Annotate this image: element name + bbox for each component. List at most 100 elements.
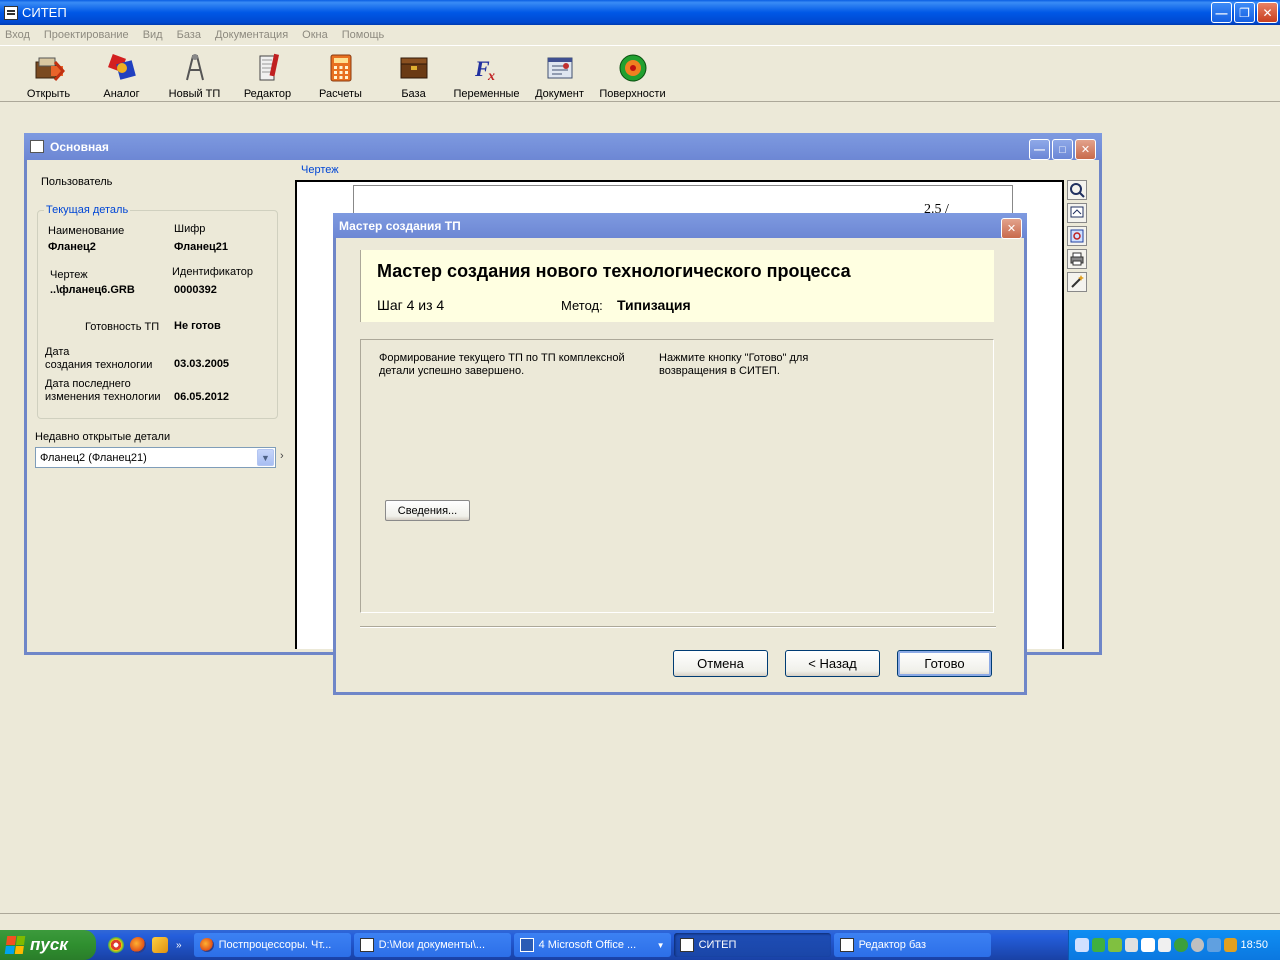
- recent-parts-value: Фланец2 (Фланец21): [40, 451, 147, 464]
- main-window-minimize-button[interactable]: —: [1029, 139, 1050, 160]
- recent-parts-label: Недавно открытые детали: [35, 431, 171, 443]
- toolbar-label: База: [401, 88, 426, 100]
- firefox-icon[interactable]: [130, 937, 146, 953]
- start-label: пуск: [30, 935, 68, 954]
- menu-item-base[interactable]: База: [177, 29, 201, 41]
- app-quicklaunch-icon[interactable]: [152, 937, 168, 953]
- cancel-button[interactable]: Отмена: [673, 650, 768, 677]
- magic-wand-button[interactable]: [1067, 272, 1087, 292]
- details-button[interactable]: Сведения...: [385, 500, 470, 521]
- wizard-close-button[interactable]: ✕: [1001, 218, 1022, 239]
- toolbar-new-tp-button[interactable]: Новый ТП: [158, 46, 231, 102]
- close-button[interactable]: ✕: [1257, 2, 1278, 23]
- menu-item-windows[interactable]: Окна: [302, 29, 328, 41]
- app-title: СИТЕП: [22, 5, 67, 20]
- tray-app-icon[interactable]: [1207, 938, 1221, 952]
- main-window-titlebar[interactable]: Основная: [24, 133, 1102, 160]
- toolbar-document-button[interactable]: Документ: [523, 46, 596, 102]
- toolbar-editor-button[interactable]: Редактор: [231, 46, 304, 102]
- minimize-button[interactable]: —: [1211, 2, 1232, 23]
- tray-app-icon[interactable]: [1157, 938, 1172, 952]
- wizard-header: Мастер создания нового технологического …: [360, 250, 994, 322]
- menu-item-help[interactable]: Помощь: [342, 29, 385, 41]
- chevron-down-icon[interactable]: ▼: [257, 449, 274, 466]
- menu-item-documentation[interactable]: Документация: [215, 29, 288, 41]
- minimize-icon: —: [1215, 5, 1228, 20]
- tray-app-icon[interactable]: [1190, 938, 1205, 952]
- toolbar-label: Редактор: [243, 88, 292, 100]
- recent-parts-combobox[interactable]: Фланец2 (Фланец21) ▼: [35, 447, 276, 468]
- task-button[interactable]: Постпроцессоры. Чт...: [193, 933, 351, 957]
- current-part-group: Текущая деталь Наименование Фланец2 Шифр…: [37, 204, 278, 419]
- maximize-icon: □: [1059, 143, 1066, 156]
- print-button[interactable]: [1067, 249, 1087, 269]
- task-label: 4 Microsoft Office ...: [538, 939, 637, 951]
- chevron-right-icon[interactable]: ›: [280, 450, 284, 462]
- id-label: Идентификатор: [172, 266, 253, 278]
- app-icon: [839, 938, 854, 952]
- wizard-heading: Мастер создания нового технологического …: [377, 261, 851, 281]
- fit-view-button[interactable]: [1067, 203, 1087, 223]
- modified-value: 06.05.2012: [174, 391, 230, 403]
- tray-app-icon[interactable]: [1223, 938, 1238, 952]
- task-button[interactable]: 4 Microsoft Office ... ▼: [513, 933, 671, 957]
- wizard-method-value: Типизация: [617, 297, 691, 313]
- toolbar-label: Аналог: [103, 88, 140, 100]
- main-window-close-button[interactable]: ✕: [1075, 139, 1096, 160]
- chrome-icon[interactable]: [108, 937, 124, 953]
- menu-item-login[interactable]: Вход: [5, 29, 30, 41]
- name-label: Наименование: [48, 225, 125, 237]
- toolbar-analog-button[interactable]: Аналог: [85, 46, 158, 102]
- chevron-double-right-icon[interactable]: »: [176, 940, 182, 951]
- toolbar-variables-button[interactable]: Fx Переменные: [450, 46, 523, 102]
- wizard-titlebar[interactable]: Мастер создания ТП: [333, 213, 1027, 238]
- tray-app-icon[interactable]: [1124, 938, 1139, 952]
- finish-button[interactable]: Готово: [897, 650, 992, 677]
- network-icon[interactable]: [1091, 938, 1106, 952]
- main-window-maximize-button[interactable]: □: [1052, 139, 1073, 160]
- analog-icon: [106, 52, 138, 84]
- id-value: 0000392: [174, 284, 217, 296]
- magic-wand-icon: [1071, 275, 1084, 288]
- new-tp-icon: [179, 52, 211, 84]
- task-button[interactable]: Редактор баз: [833, 933, 991, 957]
- task-label: D:\Мои документы\...: [378, 939, 485, 951]
- wizard-title: Мастер создания ТП: [339, 218, 461, 233]
- wizard-separator: [360, 626, 996, 628]
- wizard-result-text: Формирование текущего ТП по ТП комплексн…: [379, 352, 625, 377]
- toolbar-label: Документ: [535, 88, 584, 100]
- usb-icon[interactable]: [1141, 938, 1155, 952]
- explorer-icon: [359, 938, 374, 952]
- toolbar-calculations-button[interactable]: Расчеты: [304, 46, 377, 102]
- task-button[interactable]: D:\Мои документы\...: [353, 933, 511, 957]
- app-icon[interactable]: [4, 5, 18, 20]
- printer-icon: [1070, 252, 1084, 266]
- tray-app-icon[interactable]: [1174, 938, 1188, 952]
- zoom-button[interactable]: [1067, 180, 1087, 200]
- tray-app-icon[interactable]: [1108, 938, 1122, 952]
- menu-item-view[interactable]: Вид: [143, 29, 163, 41]
- toolbar-surfaces-button[interactable]: Поверхности: [596, 46, 669, 102]
- close-icon: ✕: [1006, 223, 1017, 235]
- back-button[interactable]: < Назад: [785, 650, 880, 677]
- word-icon: [519, 938, 534, 952]
- wizard-dialog: Мастер создания ТП ✕ Мастер создания нов…: [333, 213, 1027, 695]
- created-value: 03.03.2005: [174, 358, 230, 370]
- close-icon: ✕: [1080, 144, 1091, 156]
- menu-item-design[interactable]: Проектирование: [44, 29, 129, 41]
- start-button[interactable]: пуск: [0, 930, 96, 960]
- refresh-view-button[interactable]: [1067, 226, 1087, 246]
- open-icon: [33, 52, 65, 84]
- restore-button[interactable]: ❐: [1234, 2, 1255, 23]
- toolbar-base-button[interactable]: База: [377, 46, 450, 102]
- toolbar-open-button[interactable]: Открыть: [12, 46, 85, 102]
- app-titlebar[interactable]: СИТЕП — ❐ ✕: [0, 0, 1280, 25]
- code-label: Шифр: [174, 223, 206, 235]
- wizard-step: Шаг 4 из 4: [377, 297, 445, 313]
- document-icon: [544, 52, 576, 84]
- restore-icon: ❐: [1239, 5, 1250, 20]
- speaker-icon[interactable]: [1075, 938, 1089, 952]
- refresh-icon: [1070, 229, 1084, 243]
- magnifier-icon: [1070, 183, 1085, 198]
- task-button-active[interactable]: СИТЕП: [673, 933, 831, 957]
